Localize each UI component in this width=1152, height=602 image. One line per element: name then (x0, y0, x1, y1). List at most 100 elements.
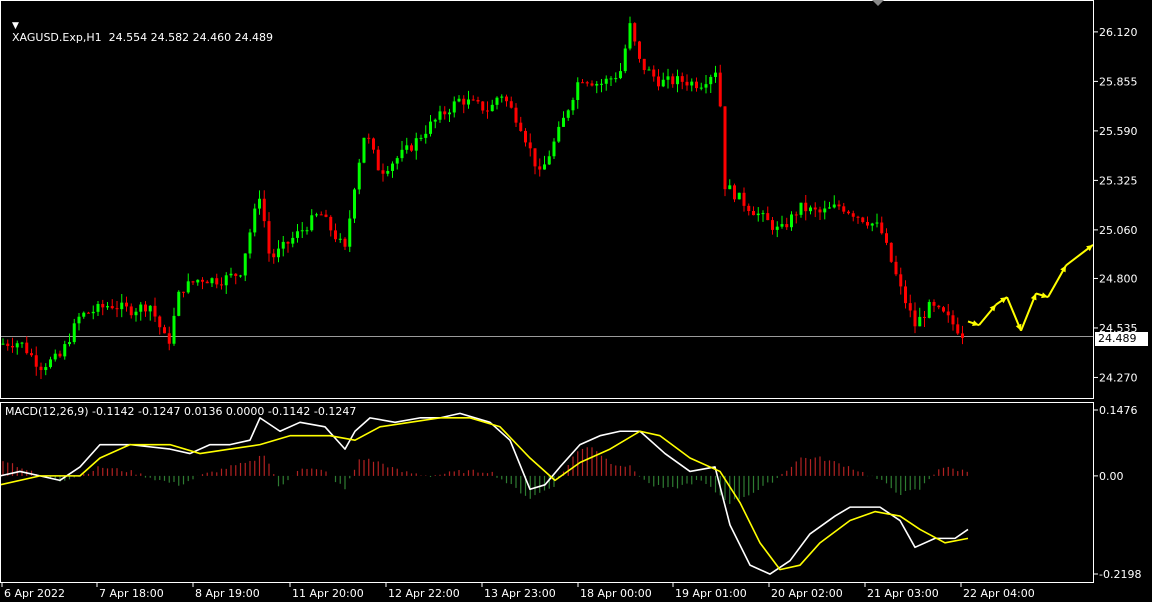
candle-body (68, 342, 71, 345)
candle-body (647, 69, 651, 71)
candle-body (714, 72, 717, 77)
candle-body (804, 202, 808, 212)
candle-body (918, 316, 922, 327)
candle-body (490, 104, 494, 112)
candle-body (239, 275, 242, 277)
candle-body (633, 23, 637, 42)
candle-body (505, 96, 508, 102)
current-price-tag: 24.489 (1095, 332, 1148, 346)
candle-body (657, 76, 660, 87)
candle-body (837, 204, 841, 207)
candle-body (737, 192, 741, 200)
candle-body (376, 149, 380, 171)
candle-body (253, 208, 257, 233)
price-y-tick-label: 25.590 (1099, 125, 1138, 138)
candle-body (695, 81, 698, 89)
candle-body (747, 205, 751, 212)
candle-body (661, 79, 665, 87)
candle-body (372, 138, 375, 150)
candle-body (856, 216, 860, 218)
candle-body (343, 238, 347, 247)
macd-chart-area[interactable] (0, 412, 969, 575)
shift-marker-icon[interactable] (872, 0, 884, 6)
price-chart-area[interactable] (0, 16, 1094, 379)
macd-y-tick-label: 0.1476 (1099, 404, 1138, 417)
candle-body (671, 76, 675, 85)
candle-body (557, 126, 561, 142)
candle-body (709, 76, 713, 85)
candle-body (623, 48, 627, 72)
candle-body (880, 222, 884, 234)
candle-body (148, 305, 152, 312)
candle-body (310, 215, 314, 231)
candle-body (438, 111, 442, 120)
candle-body (158, 316, 162, 328)
candle-body (281, 241, 285, 249)
candle-body (538, 166, 542, 170)
candle-body (761, 213, 765, 215)
price-y-tick-label: 25.325 (1099, 174, 1138, 187)
chart-canvas[interactable]: 26.120 25.855 25.590 25.325 25.060 24.800 24.5… (0, 0, 1152, 602)
candle-body (334, 230, 337, 240)
candle-body (467, 99, 470, 105)
candle-body (300, 230, 304, 232)
macd-line (0, 412, 969, 575)
candle-body (139, 304, 143, 312)
candle-body (951, 315, 955, 325)
candle-body (72, 323, 76, 343)
candle-body (291, 237, 295, 244)
candle-body (305, 230, 309, 232)
candle-body (481, 101, 485, 111)
candle-body (809, 207, 812, 212)
candle-body (58, 353, 62, 357)
candle-body (429, 121, 432, 134)
candle-body (576, 82, 580, 100)
candle-body (614, 78, 618, 80)
candle-body (248, 232, 252, 254)
candle-body (619, 71, 622, 79)
candle-body (500, 96, 504, 98)
candle-body (927, 301, 931, 318)
candle-body (571, 99, 575, 111)
candle-body (875, 222, 879, 224)
candle-body (172, 315, 176, 344)
candle-body (286, 241, 290, 244)
candle-body (1, 343, 5, 345)
candle-body (547, 156, 551, 165)
candle-body (220, 284, 223, 286)
candle-body (433, 119, 437, 122)
candle-body (590, 83, 594, 86)
candle-body (495, 97, 499, 105)
candle-body (956, 324, 960, 334)
candle-body (899, 274, 903, 287)
candle-body (785, 224, 789, 228)
time-x-tick-label: 19 Apr 01:00 (675, 587, 747, 600)
candle-body (823, 208, 827, 213)
candle-body (134, 311, 138, 316)
triangle-down-icon[interactable]: ▼ (12, 21, 19, 31)
candle-body (410, 145, 413, 151)
candle-body (486, 110, 489, 112)
candle-body (400, 149, 404, 159)
candle-body (163, 327, 166, 334)
candle-body (680, 76, 684, 82)
candle-body (794, 214, 798, 216)
candle-body (790, 214, 793, 228)
candle-body (595, 83, 599, 86)
candle-body (528, 142, 532, 149)
candle-body (53, 353, 57, 360)
candle-body (338, 238, 342, 240)
candle-body (96, 303, 100, 312)
candle-body (904, 286, 907, 304)
candle-body (585, 82, 589, 84)
candle-body (243, 253, 247, 276)
candle-body (600, 83, 603, 85)
candle-body (581, 82, 584, 84)
candle-body (704, 84, 708, 88)
candle-body (742, 192, 746, 206)
candle-body (110, 306, 114, 309)
candle-body (277, 248, 280, 258)
candle-body (296, 231, 299, 238)
candle-body (258, 198, 261, 209)
candle-body (144, 304, 147, 312)
